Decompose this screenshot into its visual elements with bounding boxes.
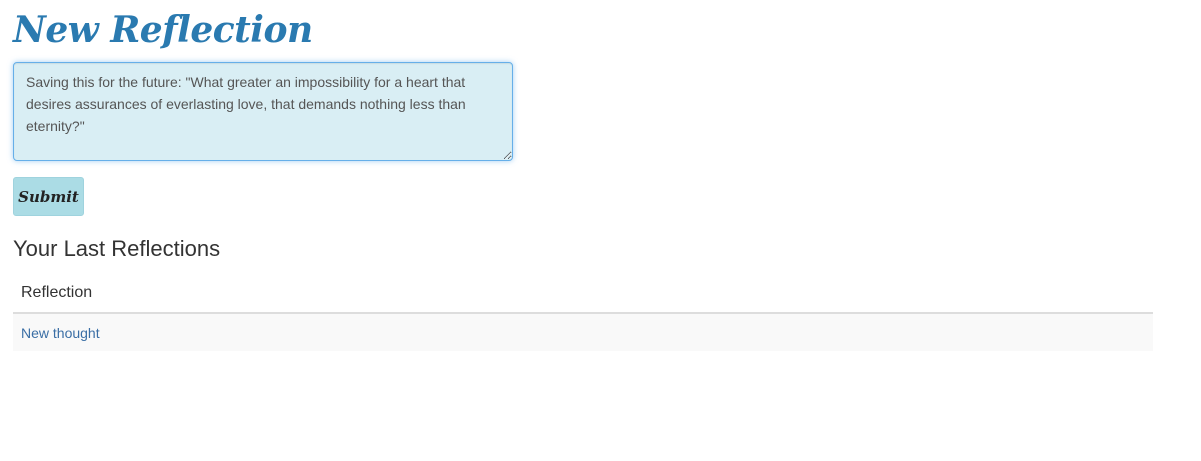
reflection-link[interactable]: New thought	[21, 325, 100, 341]
reflections-table: Reflection New thought	[13, 274, 1153, 351]
table-row: New thought	[13, 313, 1153, 351]
submit-button[interactable]: Submit	[13, 177, 84, 216]
table-cell: New thought	[13, 313, 1153, 351]
column-header-reflection: Reflection	[13, 274, 1153, 314]
table-header-row: Reflection	[13, 274, 1153, 314]
page-title: New Reflection	[13, 9, 313, 51]
reflection-textarea[interactable]: Saving this for the future: "What greate…	[13, 62, 513, 161]
section-title: Your Last Reflections	[13, 236, 221, 261]
